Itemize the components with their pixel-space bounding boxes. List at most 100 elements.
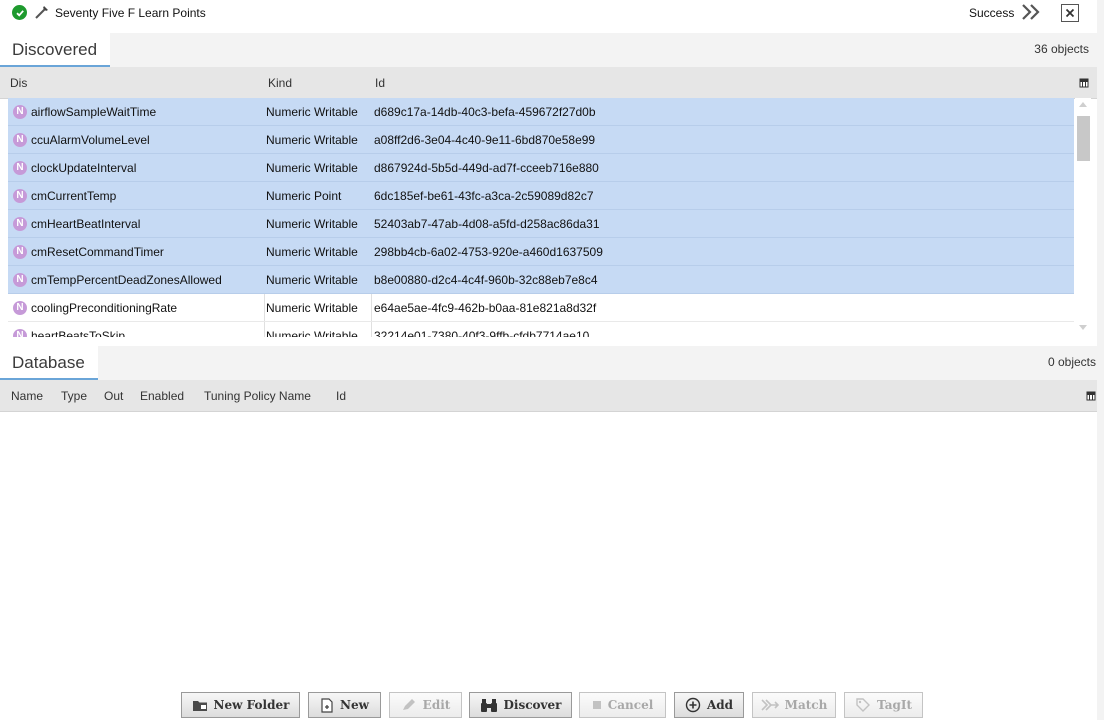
cell-kind: Numeric Point [266,189,342,203]
cell-kind: Numeric Writable [266,301,358,315]
cell-id: b8e00880-d2c4-4c4f-960b-32c88eb7e8c4 [374,273,598,287]
success-check-icon [12,5,27,20]
cell-dis: heartBeatsToSkip [31,329,126,337]
stop-icon [592,701,601,709]
column-header-tuning-policy-name[interactable]: Tuning Policy Name [204,389,311,403]
discovered-scrollbar[interactable] [1075,98,1091,338]
numeric-point-icon: N [13,161,27,175]
table-row[interactable]: NcoolingPreconditioningRate Numeric Writa… [8,294,1074,322]
tagit-label: TagIt [876,698,913,712]
edit-label: Edit [422,698,451,712]
column-header-type[interactable]: Type [61,389,87,403]
column-header-enabled[interactable]: Enabled [140,389,184,403]
cell-kind: Numeric Writable [266,217,358,231]
scroll-up-icon[interactable] [1079,102,1087,107]
cell-id: a08ff2d6-3e04-4c40-9e11-6bd870e58e99 [374,133,596,147]
column-header-dis[interactable]: Dis [10,76,27,90]
cell-dis: cmTempPercentDeadZonesAllowed [31,273,222,287]
new-folder-label: New Folder [213,698,290,712]
table-row[interactable]: NclockUpdateInterval Numeric Writable d867… [8,154,1074,182]
discovered-table-body: NairflowSampleWaitTime Numeric Writable d6… [8,98,1074,337]
wand-icon [33,3,51,21]
cell-kind: Numeric Writable [266,329,358,337]
cell-dis: cmResetCommandTimer [31,245,164,259]
match-button[interactable]: Match [752,692,836,718]
cell-dis: airflowSampleWaitTime [31,105,157,119]
cell-dis: cmCurrentTemp [31,189,117,203]
cell-id: 32214e01-7380-40f3-9ffb-cfdb7714ae10 [374,329,590,337]
database-section-header: Database 0 objects [0,346,1104,380]
column-header-id[interactable]: Id [375,76,385,90]
add-button[interactable]: Add [674,692,744,718]
new-folder-button[interactable]: New Folder [181,692,300,718]
cell-id: d867924d-5b5d-449d-ad7f-cceeb716e880 [374,161,599,175]
cell-id: d689c17a-14db-40c3-befa-459672f27d0b [374,105,596,119]
add-label: Add [706,698,734,712]
table-row[interactable]: NcmHeartBeatInterval Numeric Writable 5240… [8,210,1074,238]
numeric-point-icon: N [13,301,27,315]
match-arrow-icon [761,699,779,711]
numeric-point-icon: N [13,329,27,337]
column-chooser-icon[interactable] [1079,78,1089,88]
cell-id: 6dc185ef-be61-43fc-a3ca-2c59089d82c7 [374,189,594,203]
numeric-point-icon: N [13,217,27,231]
numeric-point-icon: N [13,105,27,119]
scroll-down-icon[interactable] [1079,325,1087,330]
cell-kind: Numeric Writable [266,161,358,175]
tab-discovered[interactable]: Discovered [0,33,111,67]
folder-icon [192,700,207,711]
cell-kind: Numeric Writable [266,133,358,147]
match-label: Match [784,698,828,712]
cell-id: e64ae5ae-4fc9-462b-b0aa-81e821a8d32f [374,301,597,315]
edit-button[interactable]: Edit [389,692,462,718]
database-table-header: Name Type Out Enabled Tuning Policy Name… [0,380,1104,412]
page-title: Seventy Five F Learn Points [55,6,206,20]
numeric-point-icon: N [13,273,27,287]
new-label: New [340,698,369,712]
double-chevron-right-icon[interactable] [1020,2,1042,22]
close-button[interactable] [1061,4,1079,22]
table-row[interactable]: NairflowSampleWaitTime Numeric Writable d6… [8,98,1074,126]
column-header-out[interactable]: Out [104,389,123,403]
cell-dis: coolingPreconditioningRate [31,301,178,315]
close-icon [1065,8,1075,18]
discover-label: Discover [503,698,562,712]
tab-database[interactable]: Database [0,346,98,380]
new-button[interactable]: New [308,692,381,718]
plus-circle-icon [685,697,701,713]
window-edge [1097,0,1104,720]
scrollbar-thumb[interactable] [1077,116,1090,161]
numeric-point-icon: N [13,133,27,147]
discovered-count: 36 objects [1034,42,1089,56]
cell-kind: Numeric Writable [266,105,358,119]
table-row[interactable]: NccuAlarmVolumeLevel Numeric Writable a08f… [8,126,1074,154]
cell-id: 298bb4cb-6a02-4753-920e-a460d1637509 [374,245,603,259]
title-bar: Seventy Five F Learn Points Success [0,0,1104,28]
table-row[interactable]: NheartBeatsToSkip Numeric Writable 32214e0… [8,322,1074,337]
new-doc-icon [321,697,333,713]
discover-button[interactable]: Discover [469,692,572,718]
cell-dis: cmHeartBeatInterval [31,217,141,231]
numeric-point-icon: N [13,245,27,259]
discovered-table-header: Dis Kind Id [0,67,1104,99]
binoculars-icon [480,698,497,712]
tag-icon [856,698,870,712]
table-row[interactable]: NcmResetCommandTimer Numeric Writable 298b… [8,238,1074,266]
status-text: Success [969,6,1015,20]
cell-dis: ccuAlarmVolumeLevel [31,133,150,147]
column-header-kind[interactable]: Kind [268,76,292,90]
column-chooser-icon[interactable] [1086,391,1096,401]
database-count: 0 objects [1047,355,1096,369]
tagit-button[interactable]: TagIt [844,692,923,718]
table-row[interactable]: NcmTempPercentDeadZonesAllowed Numeric Wr… [8,266,1074,294]
column-header-id[interactable]: Id [336,389,346,403]
numeric-point-icon: N [13,189,27,203]
action-toolbar: New Folder New Edit Discover Cancel Add … [0,690,1104,720]
cell-id: 52403ab7-47ab-4d08-a5fd-d258ac86da31 [374,217,600,231]
column-header-name[interactable]: Name [11,389,43,403]
table-row[interactable]: NcmCurrentTemp Numeric Point 6dc185ef-be61… [8,182,1074,210]
pencil-icon [402,699,415,710]
cell-kind: Numeric Writable [266,245,358,259]
cancel-button[interactable]: Cancel [579,692,666,718]
cell-dis: clockUpdateInterval [31,161,137,175]
